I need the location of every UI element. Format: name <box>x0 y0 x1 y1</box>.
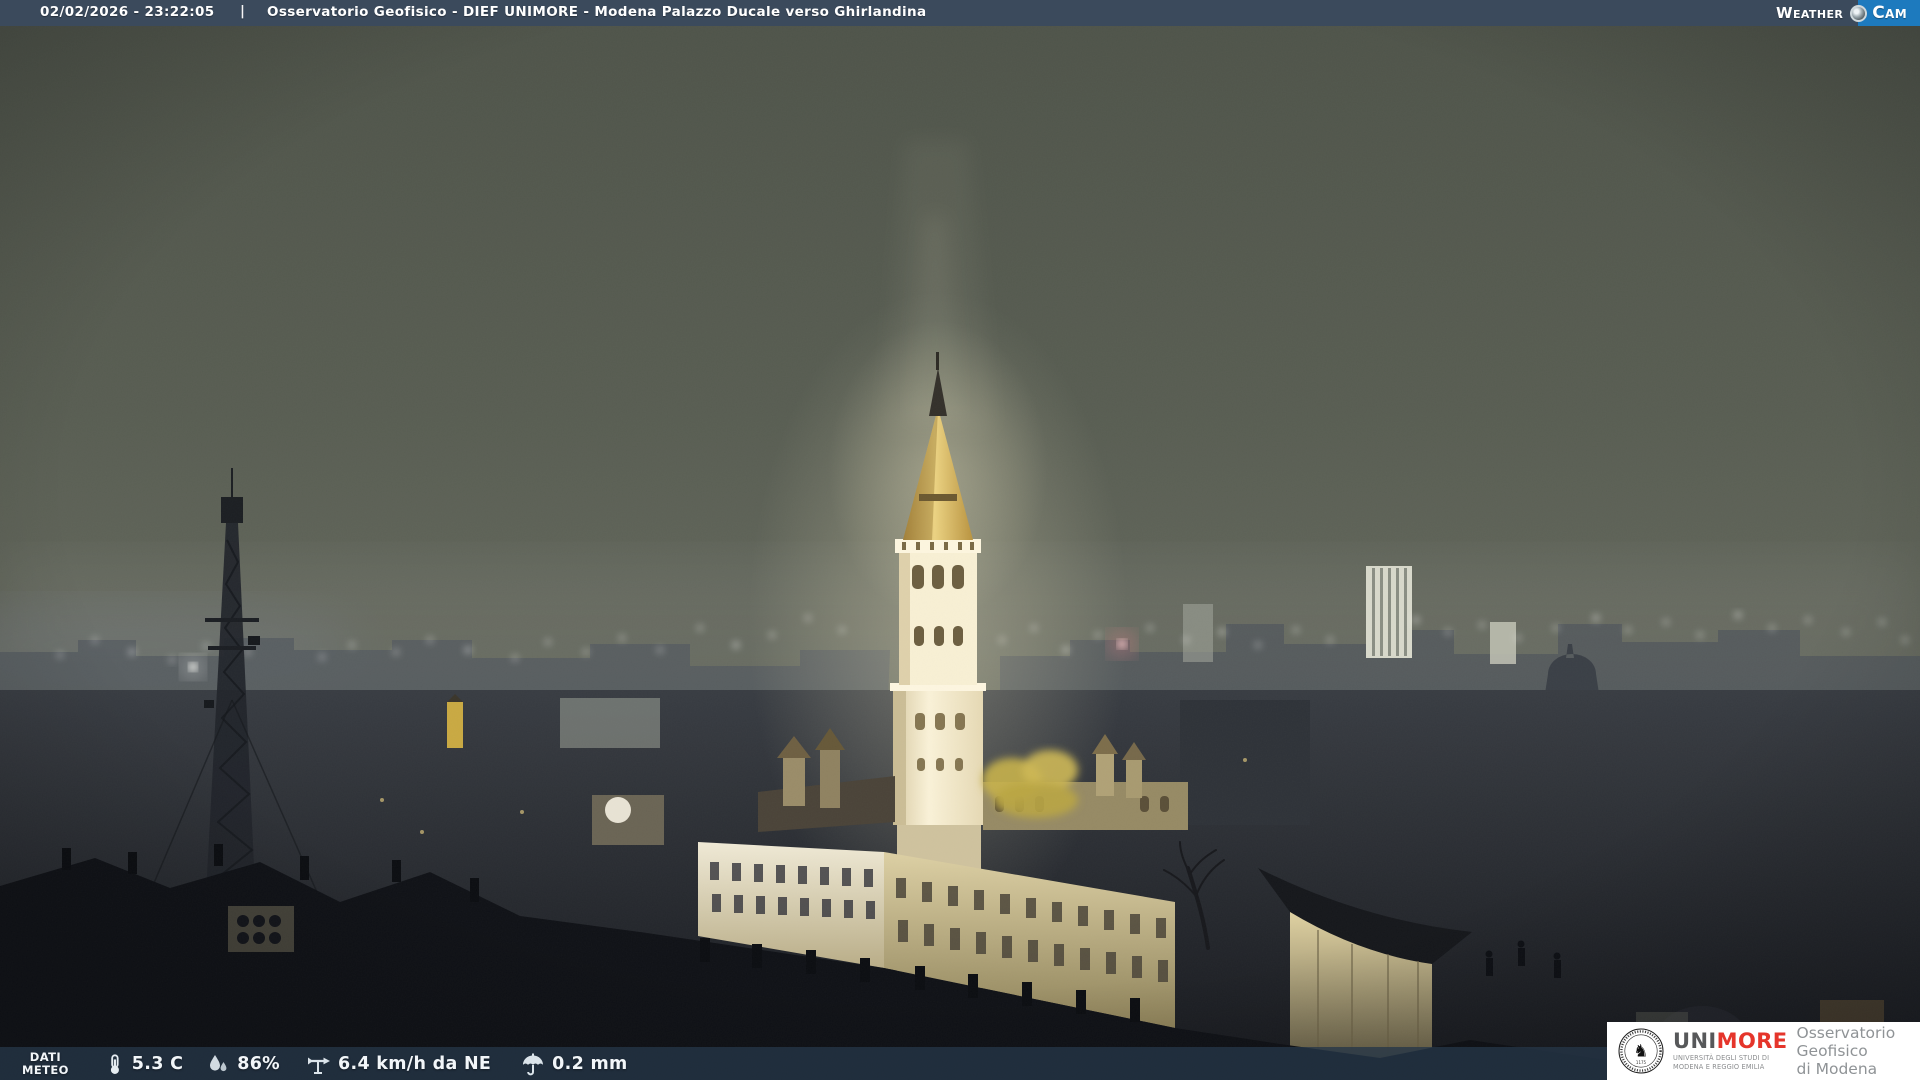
unimore-more-text: MORE <box>1716 1028 1788 1053</box>
brand-cam-label: Cam <box>1858 0 1920 26</box>
university-subtitle: UNIVERSITÀ DEGLI STUDI DI MODENA E REGGI… <box>1673 1054 1788 1071</box>
university-subtitle-line1: UNIVERSITÀ DEGLI STUDI DI <box>1673 1053 1770 1062</box>
rain-reading: 0.2 mm <box>521 1052 627 1076</box>
wind-reading: 6.4 km/h da NE <box>305 1052 491 1076</box>
unimore-wordmark: UNIMORE UNIVERSITÀ DEGLI STUDI DI MODENA… <box>1673 1028 1788 1071</box>
weather-data-label: DATI METEO <box>22 1051 69 1076</box>
timestamp: 02/02/2026 - 23:22:05 <box>40 4 215 20</box>
page-title: Osservatorio Geofisico - DIEF UNIMORE - … <box>267 4 927 20</box>
observatory-name-line2: di Modena <box>1796 1060 1878 1079</box>
camera-lens-icon <box>1850 4 1868 22</box>
unimore-seal-icon: ♞ 1175 <box>1618 1028 1664 1074</box>
weather-cam-logo: Weather Cam <box>1776 0 1920 26</box>
humidity-icon <box>210 1054 227 1071</box>
weather-label-line2: METEO <box>22 1062 69 1077</box>
university-subtitle-line2: MODENA E REGGIO EMILIA <box>1673 1062 1765 1071</box>
brand-weather-label: Weather <box>1776 4 1844 22</box>
humidity-reading: 86% <box>206 1052 280 1076</box>
wind-icon <box>308 1057 331 1074</box>
webcam-photo <box>0 0 1920 1080</box>
rain-value: 0.2 mm <box>552 1053 628 1074</box>
temperature-reading: 5.3 C <box>103 1052 183 1076</box>
rain-icon <box>523 1053 544 1075</box>
separator: | <box>240 3 246 19</box>
webcam-frame: 02/02/2026 - 23:22:05 | Osservatorio Geo… <box>0 0 1920 1080</box>
vignette <box>0 0 1920 1080</box>
unimore-logo-box: ♞ 1175 UNIMORE UNIVERSITÀ DEGLI STUDI DI… <box>1607 1022 1920 1080</box>
observatory-name: Osservatorio Geofisico di Modena <box>1797 1024 1920 1079</box>
unimore-uni-text: UNI <box>1673 1028 1717 1053</box>
seal-knight-glyph: ♞ <box>1633 1042 1648 1062</box>
wind-value: 6.4 km/h da NE <box>338 1053 492 1074</box>
seal-year: 1175 <box>1636 1060 1647 1065</box>
weather-label-line1: DATI <box>29 1050 62 1065</box>
observatory-name-line1: Osservatorio Geofisico <box>1796 1023 1896 1060</box>
humidity-value: 86% <box>237 1053 281 1074</box>
top-overlay-bar: 02/02/2026 - 23:22:05 | Osservatorio Geo… <box>0 0 1920 26</box>
temperature-value: 5.3 C <box>131 1053 184 1074</box>
thermometer-icon <box>110 1053 119 1074</box>
